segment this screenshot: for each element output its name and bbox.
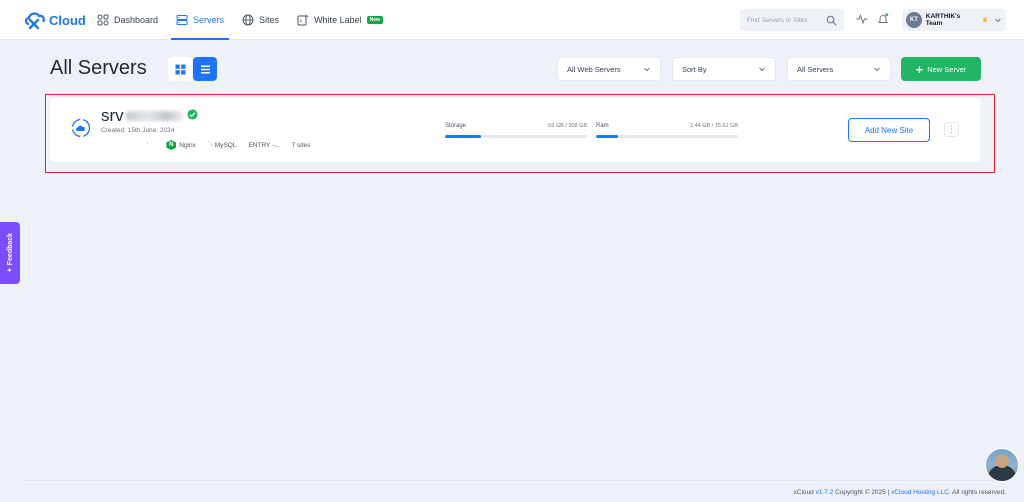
search-box[interactable] [740, 9, 844, 31]
ram-value: 2.44 GB / 15.61 GB [689, 123, 738, 129]
storage-usage: Storage 53 GB / 208 GB [445, 123, 587, 138]
more-options-icon[interactable]: ⋮ [944, 122, 959, 137]
white-label-icon [297, 14, 309, 26]
page-title: All Servers [50, 57, 147, 79]
team-avatar: KT [906, 12, 922, 28]
crown-icon: ♛ [981, 17, 989, 24]
sort-by-select[interactable]: Sort By [672, 57, 776, 81]
plan-label: ENTRY -... [248, 141, 280, 149]
footer-version[interactable]: v1.7.2 [816, 489, 834, 496]
web-server-label: Nginx [179, 141, 196, 149]
grid-view-button[interactable] [168, 57, 192, 81]
new-server-button[interactable]: + New Server [901, 57, 981, 81]
search-icon [826, 15, 837, 25]
storage-label: Storage [445, 123, 467, 129]
chevron-down-icon [644, 67, 650, 72]
server-meta: ' N Nginx ⟍ MySQL ENTRY -... 7 sites [147, 140, 310, 150]
ram-bar-fill [596, 135, 619, 138]
dashboard-icon [97, 14, 109, 26]
server-filter[interactable]: All Servers [787, 57, 891, 81]
server-name[interactable]: srv [101, 106, 124, 126]
support-chat-avatar[interactable] [985, 448, 1019, 482]
list-icon [200, 65, 210, 73]
chevron-down-icon [759, 67, 765, 72]
team-switcher[interactable]: KT KARTHIK's Team ♛ [902, 9, 1006, 31]
logo-text: Cloud [49, 12, 86, 28]
ram-usage: Ram 2.44 GB / 15.61 GB [596, 123, 738, 138]
notification-bell-icon[interactable] [877, 13, 889, 25]
web-server-filter[interactable]: All Web Servers [557, 57, 661, 81]
new-server-label: New Server [927, 64, 967, 74]
chevron-down-icon [874, 67, 880, 72]
nginx-icon: N [166, 140, 177, 150]
footer-copyright: Copyright © 2025 | [835, 489, 890, 496]
nav-dashboard-label: Dashboard [114, 15, 159, 25]
sort-by-value: Sort By [682, 64, 707, 74]
globe-icon [242, 14, 254, 26]
plus-icon: + [915, 61, 924, 77]
redacted-server-name [125, 111, 183, 121]
search-input[interactable] [747, 16, 825, 24]
footer-brand: xCloud [793, 489, 814, 496]
nav-servers[interactable]: Servers [171, 0, 230, 40]
servers-icon [176, 15, 188, 25]
mysql-icon: ⟍ [207, 141, 213, 148]
meta-tick: ' [147, 141, 149, 149]
grid-icon [175, 64, 185, 74]
database-info: ⟍ MySQL [208, 141, 237, 149]
ram-label: Ram [596, 123, 609, 129]
server-filter-value: All Servers [797, 64, 834, 74]
main-nav: Dashboard Servers Sites White Label New [92, 0, 396, 40]
activity-icon[interactable] [856, 13, 868, 25]
nav-white-label[interactable]: White Label New [292, 0, 388, 40]
nav-sites[interactable]: Sites [237, 0, 284, 40]
xcloud-logo[interactable]: Cloud [24, 10, 86, 30]
server-card[interactable]: srv Created: 15th June, 2024 ' N Nginx ⟍… [50, 98, 980, 162]
ram-bar [596, 135, 738, 138]
team-name: KARTHIK's Team [925, 13, 961, 27]
verified-check-icon [187, 109, 198, 120]
database-label: MySQL [214, 141, 237, 149]
created-date: Created: 15th June, 2024 [101, 127, 175, 134]
footer-divider [24, 480, 1008, 481]
storage-bar [445, 135, 587, 138]
footer-rights: All rights reserved. [952, 489, 1006, 496]
nav-dashboard[interactable]: Dashboard [92, 0, 163, 40]
sites-count[interactable]: 7 sites [292, 142, 311, 149]
feedback-label: ✦ Feedback [7, 232, 15, 274]
xcloud-logo-icon [24, 12, 45, 30]
cloud-sync-icon [71, 118, 91, 138]
storage-bar-fill [445, 135, 482, 138]
web-server-info: N Nginx [166, 140, 196, 150]
footer-company-link[interactable]: xCloud Hosting LLC. [891, 489, 951, 496]
nav-sites-label: Sites [259, 15, 280, 25]
feedback-tab[interactable]: ✦ Feedback [0, 222, 20, 284]
view-toggle [168, 57, 217, 81]
storage-value: 53 GB / 208 GB [548, 123, 587, 129]
new-badge: New [366, 16, 383, 24]
nav-servers-label: Servers [193, 15, 225, 25]
add-new-site-button[interactable]: Add New Site [848, 118, 930, 142]
list-view-button[interactable] [193, 57, 217, 81]
chevron-down-icon [995, 18, 1001, 23]
footer: xCloud v1.7.2 Copyright © 2025 | xCloud … [794, 489, 1006, 496]
top-navbar: Cloud Dashboard Servers Sites White Labe… [0, 0, 1024, 40]
nav-white-label-label: White Label [314, 15, 362, 25]
web-server-filter-value: All Web Servers [567, 64, 621, 74]
